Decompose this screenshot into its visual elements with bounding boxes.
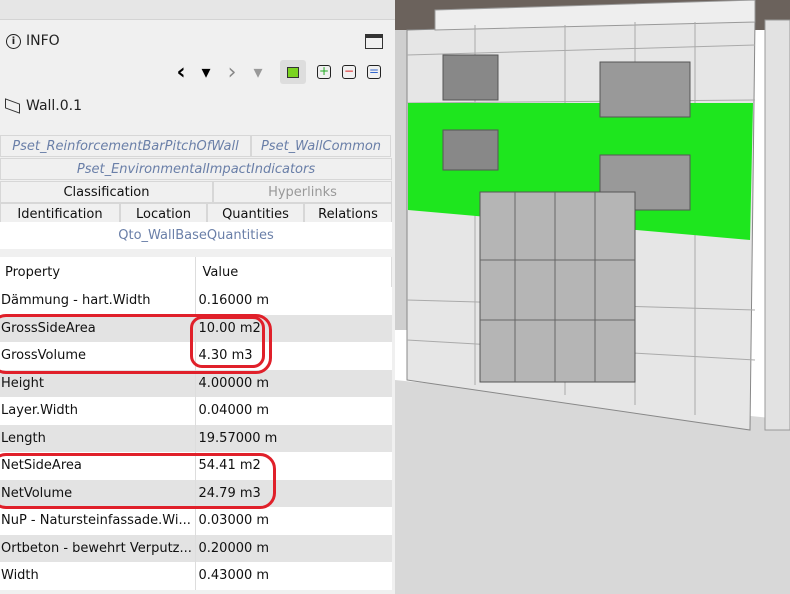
table-row[interactable]: Width 0.43000 m: [0, 562, 392, 590]
forward-button[interactable]: ›: [223, 60, 241, 85]
bag-plus-icon: +: [317, 64, 331, 79]
panel-top-bar: [0, 0, 395, 20]
property-value: 54.41 m2: [194, 452, 392, 480]
tab-pset-wallcommon[interactable]: Pset_WallCommon: [251, 135, 391, 157]
table-row[interactable]: NuP - Natursteinfassade.Wi... 0.03000 m: [0, 507, 392, 535]
tab-hyperlinks[interactable]: Hyperlinks: [213, 181, 392, 203]
table-row[interactable]: Ortbeton - bewehrt Verputz... 0.20000 m: [0, 534, 392, 562]
property-value: 19.57000 m: [194, 424, 392, 452]
tab-classification[interactable]: Classification: [0, 181, 213, 203]
tab-pset-reinforcement[interactable]: Pset_ReinforcementBarPitchOfWall: [0, 135, 251, 157]
remove-selection-button[interactable]: −: [340, 60, 358, 84]
table-row[interactable]: Dämmung - hart.Width 0.16000 m: [0, 287, 392, 315]
property-name: Dämmung - hart.Width: [1, 293, 151, 309]
property-value: 10.00 m2: [194, 314, 392, 342]
panel-title: INFO: [26, 33, 60, 49]
element-header: Wall.0.1: [5, 98, 82, 114]
property-name: Layer.Width: [1, 403, 78, 419]
properties-table: Property Value Dämmung - hart.Width 0.160…: [0, 257, 392, 590]
table-row[interactable]: Height 4.00000 m: [0, 369, 392, 397]
equal-selection-button[interactable]: =: [365, 60, 383, 84]
property-value: 4.30 m3: [194, 342, 392, 370]
property-name: Width: [1, 568, 39, 584]
table-row[interactable]: NetSideArea 54.41 m2: [0, 452, 392, 480]
property-value: 0.20000 m: [194, 534, 392, 562]
property-value: 0.43000 m: [194, 562, 392, 590]
subtab-qto-wallbasequantities[interactable]: Qto_WallBaseQuantities: [0, 222, 392, 249]
property-name: Ortbeton - bewehrt Verputz...: [0, 534, 195, 562]
column-header-property[interactable]: Property: [0, 257, 196, 287]
tab-pset-environmental[interactable]: Pset_EnvironmentalImpactIndicators: [0, 158, 392, 180]
cube-green-icon: [287, 66, 299, 78]
property-value: 0.16000 m: [194, 287, 392, 315]
info-panel: i INFO ‹ ▾ › ▾ + − = Wall.0.1 Pset_Reinf…: [0, 0, 395, 594]
panel-header: i INFO: [6, 33, 60, 49]
bag-equal-icon: =: [367, 64, 381, 79]
bag-minus-icon: −: [342, 64, 356, 79]
property-name: NetSideArea: [1, 458, 82, 474]
property-name: GrossVolume: [1, 348, 86, 364]
table-row[interactable]: GrossSideArea 10.00 m2: [0, 314, 392, 342]
building-model: [395, 0, 790, 594]
property-value: 0.03000 m: [194, 507, 392, 535]
property-name: Height: [0, 369, 195, 397]
3d-viewport[interactable]: [395, 0, 790, 594]
property-value: 4.00000 m: [194, 369, 392, 397]
forward-menu-button[interactable]: ▾: [249, 60, 267, 84]
table-row[interactable]: GrossVolume 4.30 m3: [0, 342, 392, 370]
property-name: NetVolume: [0, 479, 195, 507]
isolate-button[interactable]: [280, 60, 306, 84]
property-value: 24.79 m3: [194, 479, 392, 507]
element-name: Wall.0.1: [26, 98, 83, 114]
add-selection-button[interactable]: +: [315, 60, 333, 84]
property-name: Length: [0, 424, 195, 452]
table-row[interactable]: Length 19.57000 m: [0, 424, 392, 452]
table-row[interactable]: Layer.Width 0.04000 m: [0, 397, 392, 425]
back-button[interactable]: ‹: [172, 60, 190, 85]
property-name: GrossSideArea: [0, 314, 195, 342]
property-name: NuP - Natursteinfassade.Wi...: [1, 513, 191, 529]
table-row[interactable]: NetVolume 24.79 m3: [0, 479, 392, 507]
column-header-value[interactable]: Value: [195, 257, 392, 287]
info-icon: i: [6, 33, 21, 49]
back-menu-button[interactable]: ▾: [197, 60, 215, 84]
wall-icon: [5, 98, 20, 114]
property-value: 0.04000 m: [194, 397, 392, 425]
window-icon[interactable]: [365, 34, 383, 49]
